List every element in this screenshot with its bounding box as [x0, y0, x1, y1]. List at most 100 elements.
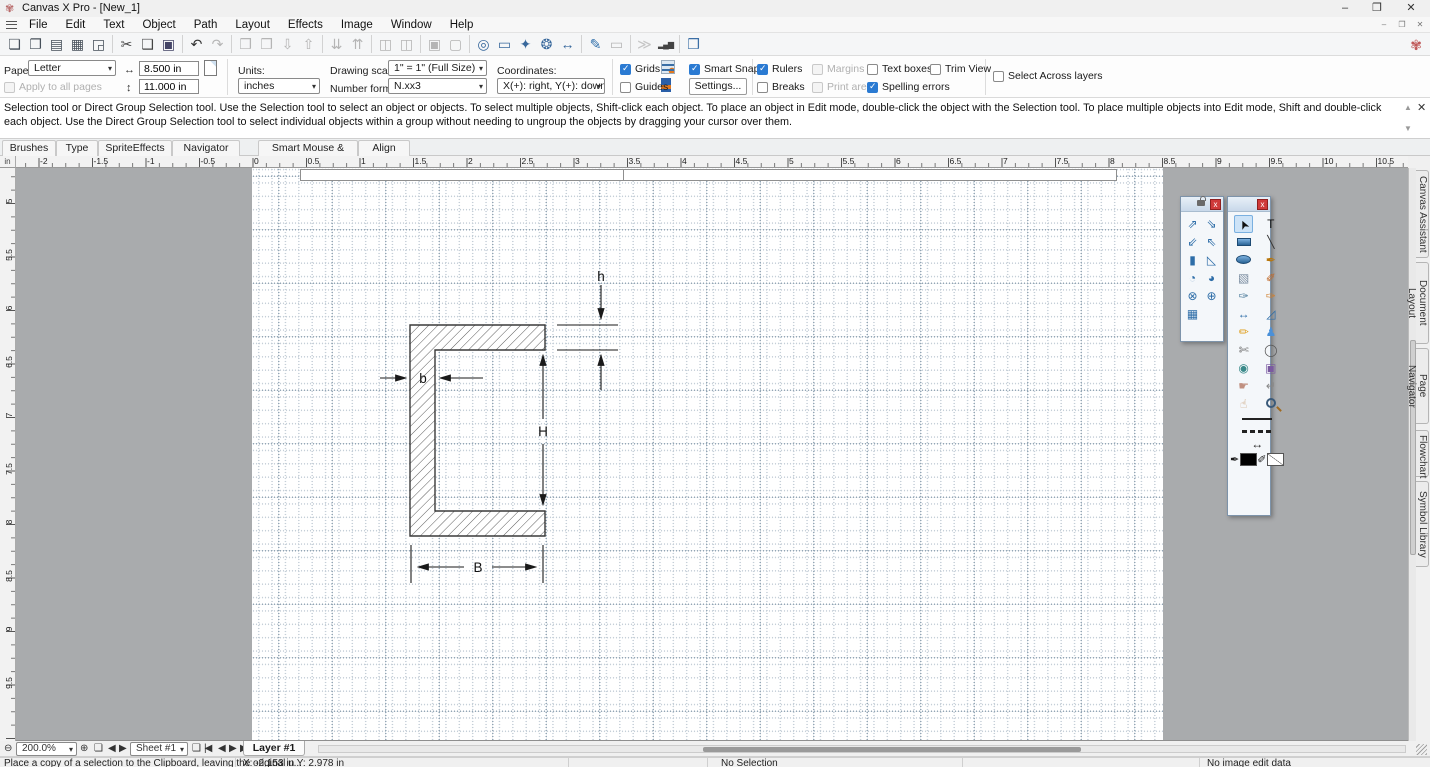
cube-3d-icon[interactable]: ❒ — [683, 35, 704, 54]
slideshow-icon[interactable]: ◎ — [473, 35, 494, 54]
palette-header[interactable]: x — [1228, 197, 1270, 212]
checkbox-box[interactable] — [993, 71, 1004, 82]
checkbox-box[interactable] — [620, 82, 631, 93]
chart-icon[interactable]: ▂▄▆ — [655, 35, 676, 54]
align-icon[interactable]: ◫ — [375, 35, 396, 54]
unlock-icon[interactable]: ▢ — [445, 35, 466, 54]
redo-icon[interactable]: ↷ — [207, 35, 228, 54]
checkbox-box[interactable] — [757, 82, 768, 93]
save-icon[interactable]: ▤ — [46, 35, 67, 54]
spelling-errors-checkbox[interactable]: Spelling errors — [867, 81, 950, 93]
horizontal-ruler[interactable]: -2-1.5-1-0.500.511.522.533.544.555.566.5… — [16, 156, 1408, 168]
checkbox-box[interactable] — [689, 64, 700, 75]
coordinates-select[interactable]: X(+): right, Y(+): down — [497, 78, 605, 94]
doc-minimize-icon[interactable]: – — [1378, 20, 1390, 29]
paintbrush-tool[interactable]: ✐ — [1261, 269, 1280, 287]
ruler-unit-corner[interactable]: in — [0, 156, 16, 168]
paste-icon[interactable]: ▣ — [158, 35, 179, 54]
grid-settings-icon[interactable] — [661, 60, 675, 74]
c-channel-shape[interactable] — [410, 325, 545, 536]
zoom-level-select[interactable]: 200.0% — [16, 742, 77, 756]
ellipse-tool[interactable] — [1234, 251, 1253, 269]
menu-item-edit[interactable]: Edit — [57, 17, 95, 33]
checkbox-box[interactable] — [930, 64, 941, 75]
trim-view-checkbox[interactable]: Trim View — [930, 63, 991, 75]
grids-checkbox[interactable]: Grids — [620, 63, 660, 75]
parallel-dimension-tool[interactable]: ⇘ — [1202, 215, 1221, 233]
group-icon[interactable]: ❒ — [235, 35, 256, 54]
zoom-out-icon[interactable]: ⊖ — [4, 743, 12, 754]
arrowhead-style[interactable]: ↔ — [1251, 438, 1263, 450]
undo-icon[interactable]: ↶ — [186, 35, 207, 54]
close-button[interactable]: ✕ — [1400, 1, 1422, 16]
checkbox-box[interactable] — [867, 82, 878, 93]
copy-icon[interactable]: ❑ — [137, 35, 158, 54]
dock-tab-brushes[interactable]: Brushes — [2, 140, 56, 156]
knife-tool[interactable]: ✄ — [1234, 341, 1253, 359]
checkbox-box[interactable] — [812, 82, 823, 93]
sidebar-tab-page-navigator[interactable]: Page Navigator — [1416, 348, 1429, 424]
menu-item-image[interactable]: Image — [332, 17, 382, 33]
paint-selection-tool[interactable]: ▧ — [1234, 269, 1253, 287]
first-page-icon[interactable]: |◀ — [204, 743, 210, 754]
effects-wand-icon[interactable]: ✦ — [515, 35, 536, 54]
datum-tool[interactable]: ⊕ — [1202, 287, 1221, 305]
print-preview-icon[interactable]: ◲ — [88, 35, 109, 54]
hand-tool[interactable]: ☝ — [1234, 395, 1253, 413]
vertical-scrollbar[interactable] — [1408, 168, 1416, 741]
push-tool[interactable]: ☛ — [1234, 377, 1253, 395]
camera-tool[interactable]: ▣ — [1261, 359, 1280, 377]
previous-sheet-icon[interactable]: ◀ — [108, 743, 116, 754]
distribute-icon[interactable]: ◫ — [396, 35, 417, 54]
document-setup-icon[interactable]: ❂ — [536, 35, 557, 54]
ordinate-dimension-tool[interactable]: ⇖ — [1202, 233, 1221, 251]
rectangle-tool[interactable] — [1234, 233, 1253, 251]
text-boxes-checkbox[interactable]: Text boxes — [867, 63, 932, 75]
area-measure-tool[interactable]: ▦ — [1183, 305, 1202, 323]
unlock-icon[interactable] — [1197, 200, 1205, 206]
bring-to-front-icon[interactable]: ⇈ — [347, 35, 368, 54]
print-icon[interactable]: ▦ — [67, 35, 88, 54]
duplicate-sheet-icon[interactable]: ❑ — [192, 743, 201, 754]
presentation-icon[interactable]: ▭ — [494, 35, 515, 54]
bring-forward-icon[interactable]: ⇧ — [298, 35, 319, 54]
lock-icon[interactable]: ▣ — [424, 35, 445, 54]
number-format-select[interactable]: N.xx3 — [388, 78, 487, 94]
checkbox-box[interactable] — [4, 82, 15, 93]
cut-icon[interactable]: ✂ — [116, 35, 137, 54]
doc-close-icon[interactable]: ✕ — [1414, 20, 1426, 29]
line-tool[interactable]: ╲ — [1261, 233, 1280, 251]
previous-page-icon[interactable]: ◀ — [218, 743, 226, 754]
rulers-checkbox[interactable]: Rulers — [757, 63, 802, 75]
center-mark-tool[interactable]: ⊗ — [1183, 287, 1202, 305]
hamburger-menu-icon[interactable] — [6, 21, 17, 29]
snap-settings-button[interactable]: Settings... — [689, 78, 747, 95]
crop-tool[interactable]: ↵ — [1261, 377, 1280, 395]
channel-section-drawing[interactable]: h b H B — [370, 255, 660, 600]
checkbox-box[interactable] — [757, 64, 768, 75]
send-to-back-icon[interactable]: ⇊ — [326, 35, 347, 54]
drawing-scale-select[interactable]: 1" = 1" (Full Size) — [388, 60, 487, 76]
toolbox-palette[interactable]: x ➤T╲✒▧✐✑✑↔◿✏♟✄◯◉▣☛↵☝↔✒✐ — [1227, 196, 1271, 516]
measure-tool[interactable]: ◿ — [1261, 305, 1280, 323]
paper-height-input[interactable] — [139, 79, 199, 94]
dock-tab-align[interactable]: Align — [358, 140, 410, 156]
menu-item-help[interactable]: Help — [441, 17, 483, 33]
canvas-workspace[interactable]: h b H B x ⇗⇘⇙⇖▮◺◔◕⊗⊕▦ x ➤T╲✒▧✐✑✑↔◿✏♟✄◯◉▣… — [16, 168, 1408, 741]
dimension-tool[interactable]: ↔ — [1234, 305, 1253, 323]
pen-tool[interactable]: ✒ — [1261, 251, 1280, 269]
help-scroll-up-icon[interactable]: ▲ — [1404, 103, 1412, 112]
palette-header[interactable]: x — [1181, 197, 1223, 212]
palette-close-icon[interactable]: x — [1210, 199, 1221, 210]
fit-window-icon[interactable]: ↔ — [557, 35, 578, 54]
angular-dimension-tool[interactable]: ⇙ — [1183, 233, 1202, 251]
smart-dimension-tool[interactable]: ⇗ — [1183, 215, 1202, 233]
menu-item-window[interactable]: Window — [382, 17, 441, 33]
attribute-dropper-tool[interactable]: ✑ — [1261, 287, 1280, 305]
dock-tab-smart-mouse-guides[interactable]: Smart Mouse & Guides — [258, 140, 358, 156]
stroke-ink-swatch[interactable]: ✐ — [1257, 450, 1284, 469]
breaks-checkbox[interactable]: Breaks — [757, 81, 805, 93]
minimize-button[interactable]: – — [1334, 1, 1356, 16]
diameter-dimension-tool[interactable]: ◕ — [1202, 269, 1221, 287]
ghost-tool[interactable]: ♟ — [1261, 323, 1280, 341]
